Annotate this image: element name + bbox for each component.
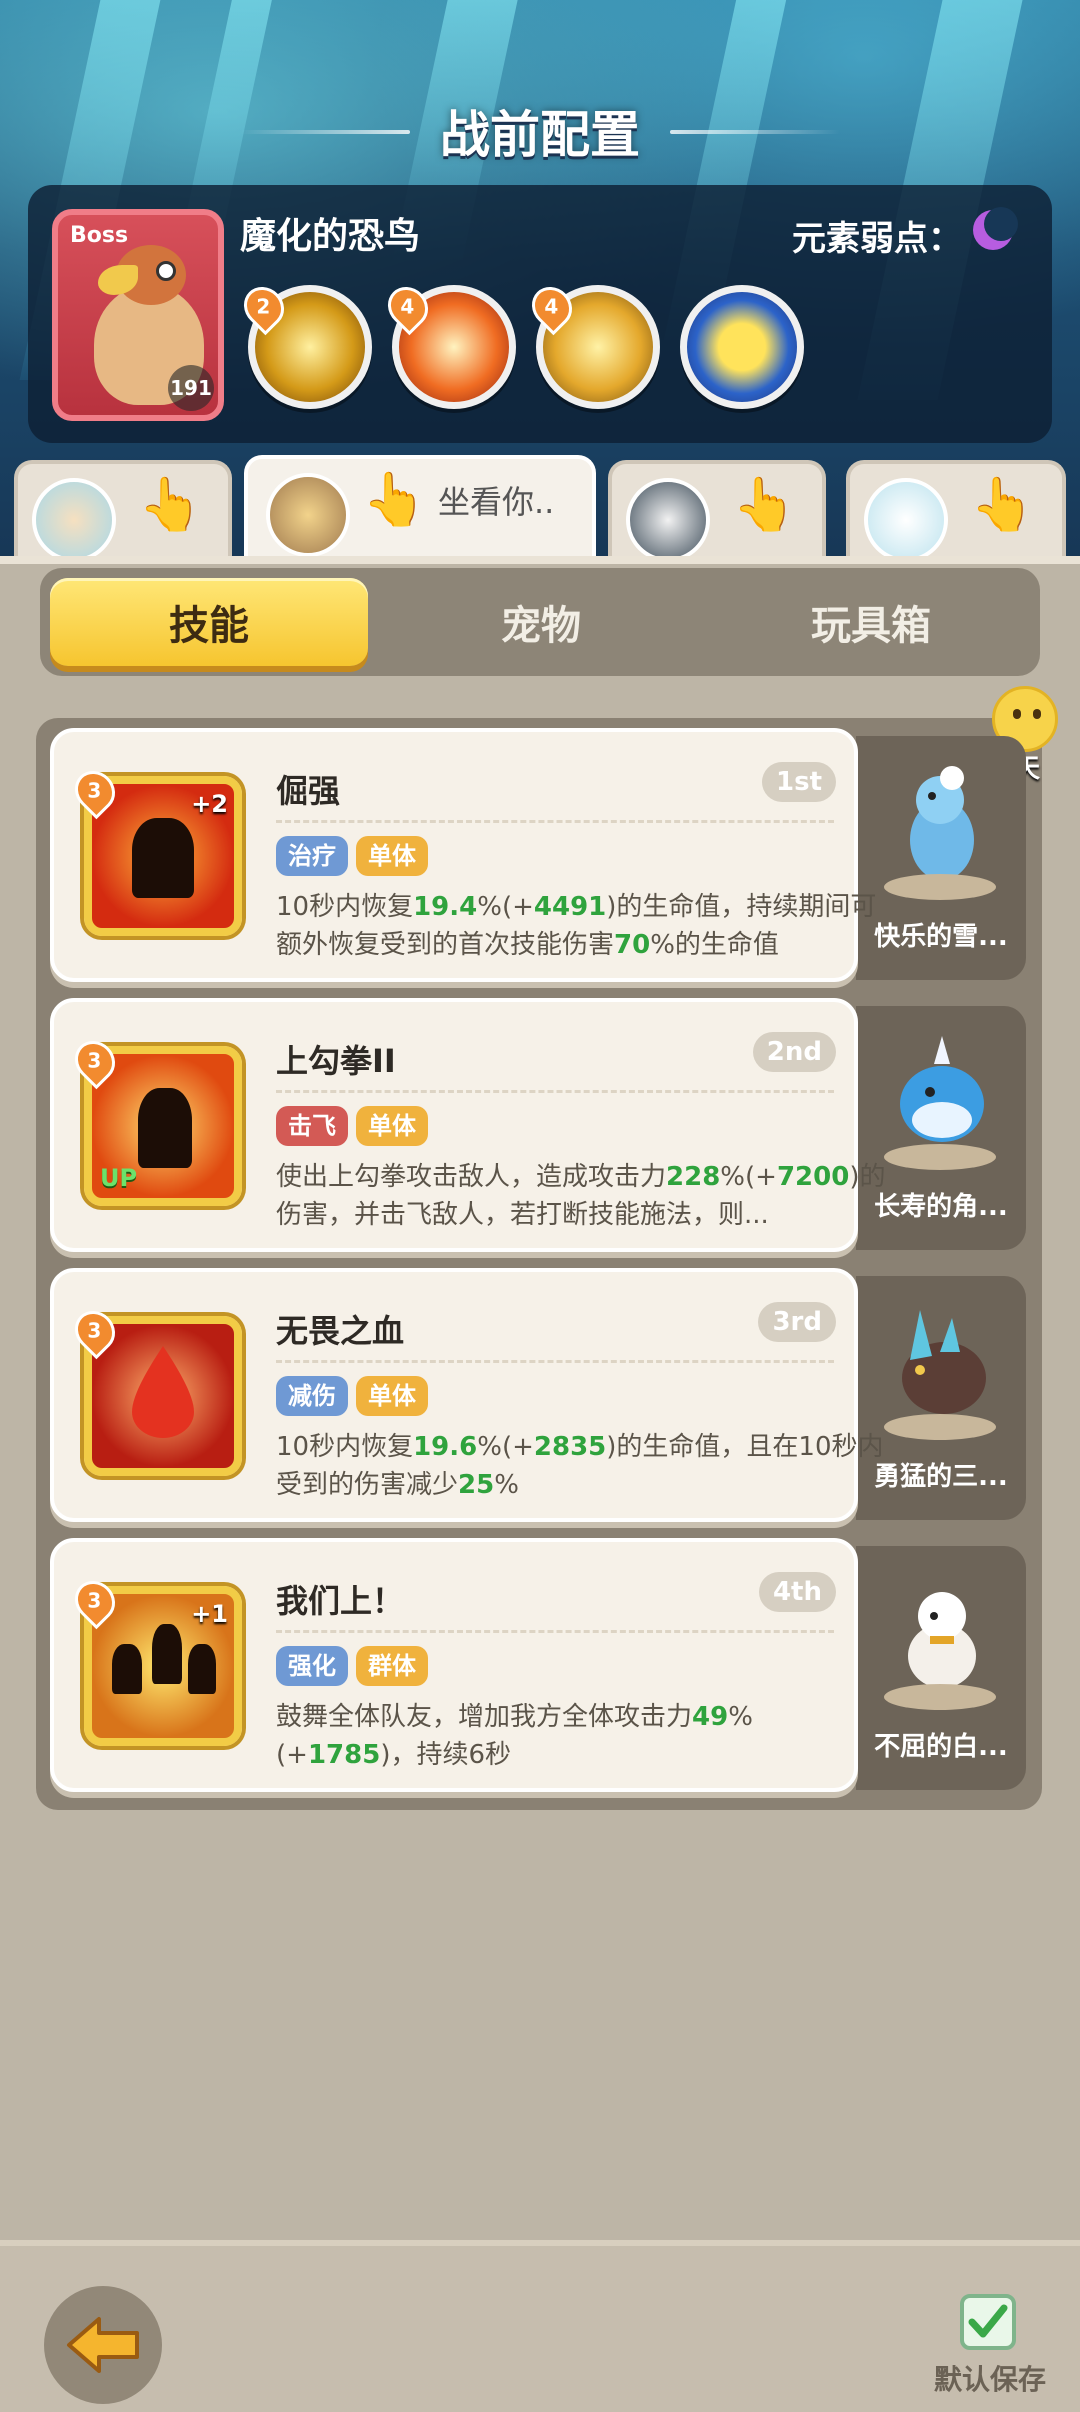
- default-save-label: 默认保存: [934, 2363, 1047, 2396]
- pet-avatar: [864, 478, 948, 562]
- default-save-checkbox[interactable]: [960, 2294, 1016, 2350]
- tab-toybox[interactable]: 玩具箱: [712, 578, 1030, 666]
- boss-skill-2[interactable]: 4: [379, 278, 516, 409]
- rank-badge: 3rd: [758, 1302, 836, 1342]
- skill-description: 鼓舞全体队友，增加我方全体攻击力49%(+1785)，持续6秒: [276, 1702, 753, 1770]
- skill-name: 上勾拳II: [276, 1042, 396, 1080]
- skill-card[interactable]: 3 +1 我们上！ 4th 强化 群体 鼓舞全体队友，增加我方全体攻击力49%(…: [50, 1538, 858, 1792]
- skill-plus-badge: +2: [191, 790, 228, 818]
- skill-card[interactable]: 3 +2 倔强 1st 治疗 单体 10秒内恢复19.4%(+4491)的生命值…: [50, 728, 876, 982]
- tap-hand-icon: 👆: [970, 475, 1035, 535]
- tap-hand-icon: 👆: [138, 475, 203, 535]
- bottom-bar: 默认保存: [0, 2240, 1080, 2412]
- boss-skill-1[interactable]: 2: [235, 278, 372, 409]
- back-button[interactable]: [44, 2286, 162, 2404]
- boss-level: 191: [168, 365, 214, 411]
- skill-card[interactable]: 3 无畏之血 3rd 减伤 单体 10秒内恢复19.6%(+2835)的生命值，…: [50, 1268, 884, 1522]
- tab-skills[interactable]: 技能: [50, 578, 368, 666]
- pet-avatar: [32, 478, 116, 562]
- skill-tag: 强化: [276, 1646, 348, 1686]
- skill-tag: 群体: [356, 1646, 428, 1686]
- skill-icon: 3 UP: [66, 1032, 242, 1206]
- rank-badge: 4th: [758, 1572, 836, 1612]
- team-slot-2[interactable]: 👆 坐看你..: [244, 455, 596, 563]
- team-name: 坐看你..: [438, 483, 555, 521]
- tap-hand-icon: 👆: [732, 475, 797, 535]
- boss-skill-3[interactable]: 4: [523, 278, 660, 409]
- skill-tag: 单体: [356, 836, 428, 876]
- pet-avatar: [266, 473, 350, 557]
- skill-tag: 治疗: [276, 836, 348, 876]
- moon-icon: [973, 207, 1018, 250]
- boss-portrait[interactable]: Boss 191: [52, 209, 224, 421]
- boss-skill-4[interactable]: [680, 285, 804, 409]
- skill-description: 10秒内恢复19.4%(+4491)的生命值，持续期间可额外恢复受到的首次技能伤…: [276, 892, 877, 960]
- tab-bar: 技能 宠物 玩具箱: [40, 568, 1040, 676]
- tap-hand-icon: 👆: [362, 470, 427, 530]
- skill-icon: 3 +2: [66, 762, 242, 936]
- skill-tag: 单体: [356, 1106, 428, 1146]
- page-title: 战前配置: [440, 106, 640, 164]
- rank-badge: 2nd: [752, 1032, 836, 1072]
- checkmark-icon: [968, 2304, 1008, 2338]
- skill-tag: 单体: [356, 1376, 428, 1416]
- boss-name: 魔化的恐鸟: [240, 216, 421, 257]
- team-slot-1[interactable]: 👆: [14, 460, 232, 562]
- pet-avatar: [626, 478, 710, 562]
- back-arrow-icon: [67, 2317, 139, 2373]
- skill-up-badge: UP: [100, 1164, 138, 1192]
- skill-icon: 3: [66, 1302, 242, 1476]
- skill-description: 使出上勾拳攻击敌人，造成攻击力228%(+7200)的伤害，并击飞敌人，若打断技…: [276, 1162, 886, 1230]
- skill-description: 10秒内恢复19.6%(+2835)的生命值，且在10秒内受到的伤害减少25%: [276, 1432, 884, 1500]
- skill-name: 我们上！: [276, 1582, 405, 1620]
- weakness-label: 元素弱点：: [792, 219, 962, 259]
- team-slot-4[interactable]: 👆: [846, 460, 1066, 562]
- skill-name: 倔强: [276, 772, 341, 810]
- team-slot-3[interactable]: 👆: [608, 460, 826, 562]
- skill-icon: 3 +1: [66, 1572, 242, 1746]
- skill-plus-badge: +1: [191, 1600, 228, 1628]
- skill-tag: 击飞: [276, 1106, 348, 1146]
- skill-card[interactable]: 3 UP 上勾拳II 2nd 击飞 单体 使出上勾拳攻击敌人，造成攻击力228%…: [50, 998, 885, 1252]
- skill-tag: 减伤: [276, 1376, 348, 1416]
- boss-panel: Boss 191 魔化的恐鸟 元素弱点： 2 4 4: [28, 185, 1052, 443]
- boss-tag: Boss: [70, 223, 129, 248]
- skill-name: 无畏之血: [276, 1312, 405, 1350]
- rank-badge: 1st: [762, 762, 836, 802]
- tab-pets[interactable]: 宠物: [382, 578, 700, 666]
